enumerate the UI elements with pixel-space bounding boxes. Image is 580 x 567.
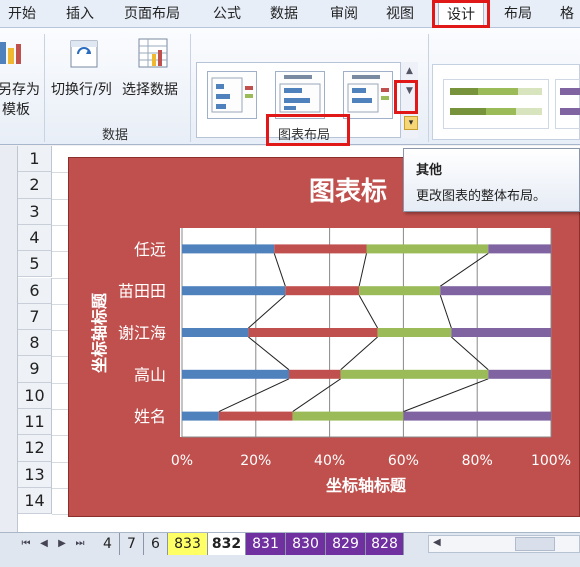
row-header[interactable]: 13 [18, 461, 52, 488]
ribbon-tab-bar: 开始 插入 页面布局 公式 数据 审阅 视图 设计 布局 格 [0, 0, 580, 29]
sheet-tab[interactable]: 830 [286, 533, 326, 555]
chart-styles-gallery [432, 64, 580, 140]
row-header[interactable]: 4 [18, 224, 52, 252]
row-header[interactable]: 5 [18, 251, 52, 278]
row-header[interactable]: 2 [18, 172, 52, 199]
tab-review[interactable]: 审阅 [330, 0, 358, 28]
row-header[interactable]: 1 [18, 146, 52, 173]
prev-sheet-icon[interactable]: ◀ [38, 537, 50, 551]
row-header[interactable]: 11 [18, 409, 52, 436]
save-template-icon[interactable] [0, 38, 22, 72]
chart-layout-thumb-1[interactable] [207, 71, 257, 119]
switch-row-col-button[interactable]: 切换行/列 [51, 79, 112, 99]
sheet-tab[interactable]: 832 [208, 533, 246, 555]
horizontal-scrollbar[interactable]: ◀ [428, 535, 580, 553]
row-header[interactable]: 7 [18, 303, 52, 331]
sheet-tab[interactable]: 829 [326, 533, 366, 555]
tooltip-title: 其他 [416, 163, 443, 178]
row-header[interactable]: 6 [18, 277, 52, 304]
tooltip-description: 更改图表的整体布局。 [416, 189, 547, 204]
tab-view[interactable]: 视图 [386, 0, 414, 28]
tab-page-layout[interactable]: 页面布局 [124, 0, 180, 28]
chart-layout-thumb-2[interactable] [275, 71, 325, 119]
row-header[interactable]: 10 [18, 382, 52, 409]
tab-formulas[interactable]: 公式 [213, 0, 241, 28]
row-header[interactable]: 12 [18, 435, 52, 462]
tab-format[interactable]: 格 [560, 0, 574, 28]
next-sheet-icon[interactable]: ▶ [56, 537, 68, 551]
excel-window: 开始 插入 页面布局 公式 数据 审阅 视图 设计 布局 格 另存为 模板 切换… [0, 0, 580, 567]
switch-row-col-icon[interactable] [70, 40, 98, 72]
scroll-thumb[interactable] [515, 537, 555, 551]
tab-layout[interactable]: 布局 [504, 0, 532, 28]
sheet-tab[interactable]: 7 [120, 533, 144, 555]
chart-layout-thumb-3[interactable] [343, 71, 393, 119]
chart-style-thumb-1[interactable] [443, 79, 549, 129]
scroll-left-icon[interactable]: ◀ [433, 537, 441, 548]
sheet-tab[interactable]: 833 [168, 533, 208, 555]
gallery-more-icon[interactable]: ▾ [404, 116, 418, 130]
group-separator [190, 34, 191, 142]
tab-insert[interactable]: 插入 [66, 0, 94, 28]
tab-home[interactable]: 开始 [8, 0, 36, 28]
sheet-tab[interactable]: 6 [144, 533, 168, 555]
sheet-tab-bar: ⏮ ◀ ▶ ⏭ 4 7 6 833 832 831 830 829 828 ◀ [0, 532, 580, 567]
group-separator [44, 34, 45, 142]
left-strip [0, 146, 18, 532]
select-data-button[interactable]: 选择数据 [122, 79, 178, 99]
last-sheet-icon[interactable]: ⏭ [74, 537, 86, 551]
tooltip: 其他 更改图表的整体布局。 [403, 148, 580, 212]
save-as-template-label-2[interactable]: 模板 [2, 99, 30, 119]
plot-area[interactable] [180, 228, 551, 437]
group-separator [428, 34, 429, 142]
sheet-tab[interactable]: 831 [246, 533, 286, 555]
chart-layout-group-label: 图表布局 [278, 128, 331, 143]
sheet-tab[interactable]: 4 [96, 533, 120, 555]
highlight-more-button [394, 80, 418, 114]
chart-style-thumb-2[interactable] [555, 79, 580, 129]
row-header[interactable]: 8 [18, 330, 52, 357]
gallery-up-icon[interactable]: ▲ [401, 66, 418, 76]
row-header[interactable]: 9 [18, 356, 52, 383]
select-data-icon[interactable] [138, 38, 168, 72]
highlight-design-tab [432, 0, 490, 28]
save-as-template-label-1[interactable]: 另存为 [0, 79, 40, 99]
tab-data[interactable]: 数据 [270, 0, 298, 28]
data-group-label: 数据 [102, 128, 129, 143]
first-sheet-icon[interactable]: ⏮ [20, 537, 32, 551]
ribbon: 另存为 模板 切换行/列 选择数据 数据 ▲ ▼ ▾ 图表布局 [0, 28, 580, 146]
row-header[interactable]: 14 [18, 487, 52, 515]
sheet-tab[interactable]: 828 [366, 533, 404, 555]
row-header[interactable]: 3 [18, 198, 52, 225]
